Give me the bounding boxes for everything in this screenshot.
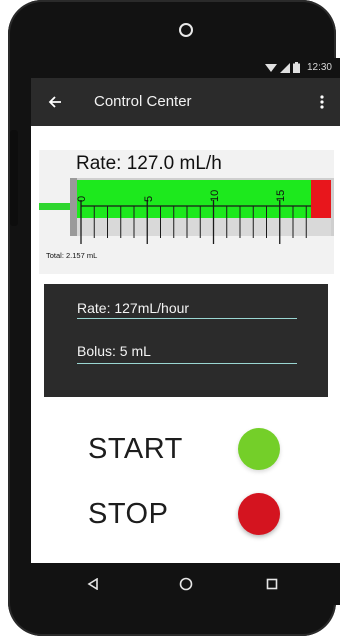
syringe-plunger: [39, 203, 70, 210]
overflow-menu-button[interactable]: [312, 90, 332, 114]
nav-back-button[interactable]: [82, 573, 104, 595]
rate-field-underline: [77, 318, 297, 319]
scale-label-0: 0: [76, 196, 88, 202]
bolus-field-underline: [77, 363, 297, 364]
stop-button[interactable]: [238, 493, 280, 535]
wifi-icon: [264, 63, 277, 72]
scale-label-5: 5: [143, 196, 155, 202]
scale-label-10: 10: [209, 190, 221, 202]
status-bar: 12:30: [31, 58, 340, 78]
back-button[interactable]: [43, 90, 67, 114]
nav-recents-button[interactable]: [261, 573, 283, 595]
pump-status-card: Rate: 127.0 mL/h 0 5 10 15 Total: 2.157 …: [39, 150, 334, 274]
stop-label: STOP: [88, 498, 169, 530]
nav-back-triangle-icon: [87, 578, 98, 590]
bolus-field[interactable]: Bolus: 5 mL: [77, 343, 151, 359]
page-title: Control Center: [94, 93, 192, 110]
scale-label-15: 15: [275, 190, 287, 202]
start-label: START: [88, 433, 183, 465]
start-button[interactable]: [238, 428, 280, 470]
syringe-gauge: 0 5 10 15: [39, 178, 334, 244]
syringe-flange: [70, 178, 77, 236]
phone-frame: 12:30 Control Center Rate: 127.0 mL/h 0 …: [8, 0, 340, 636]
status-icons: 12:30: [264, 62, 332, 73]
system-nav-bar: [31, 563, 340, 605]
rate-display: Rate: 127.0 mL/h: [76, 153, 222, 174]
side-button: [10, 130, 18, 226]
syringe-alarm-zone: [311, 180, 331, 218]
app-bar: Control Center: [31, 78, 340, 126]
more-vert-icon: [320, 95, 324, 109]
nav-recents-square-icon: [266, 578, 278, 590]
settings-panel: Rate: 127mL/hour Bolus: 5 mL: [44, 284, 328, 397]
status-time: 12:30: [306, 62, 332, 73]
screen-content: Rate: 127.0 mL/h 0 5 10 15 Total: 2.157 …: [31, 126, 340, 563]
cellular-signal-icon: [279, 62, 290, 73]
battery-icon: [292, 62, 300, 73]
nav-home-button[interactable]: [175, 573, 197, 595]
front-camera: [179, 23, 193, 37]
nav-home-circle-icon: [179, 577, 193, 591]
total-volume-label: Total: 2.157 mL: [46, 251, 98, 260]
rate-field[interactable]: Rate: 127mL/hour: [77, 300, 189, 316]
arrow-left-icon: [48, 96, 61, 108]
